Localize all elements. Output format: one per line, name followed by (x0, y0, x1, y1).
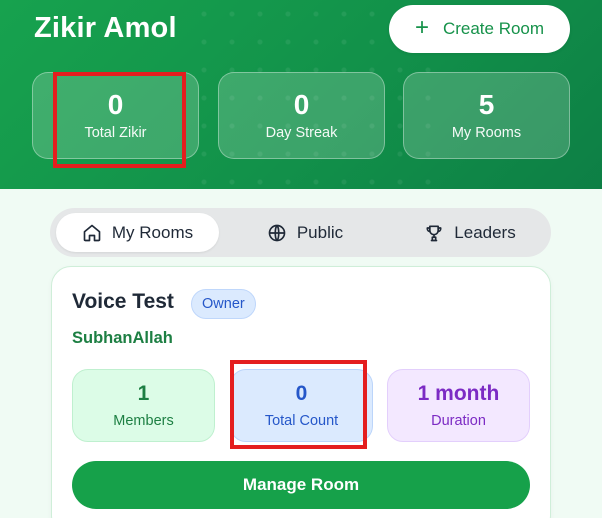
metric-total-count: 0 Total Count (230, 369, 373, 442)
metric-label: Total Count (264, 413, 339, 429)
metric-label: Members (113, 413, 174, 429)
tab-label: Leaders (454, 222, 516, 242)
stat-value: 5 (478, 89, 495, 120)
tab-my-rooms[interactable]: My Rooms (56, 213, 219, 252)
room-card: Voice Test Owner SubhanAllah 1 Members 0… (51, 266, 551, 518)
stat-my-rooms: 5 My Rooms (403, 72, 570, 159)
metric-value: 1 month (417, 382, 500, 405)
stat-value: 0 (293, 89, 310, 120)
metric-value: 1 (137, 382, 150, 405)
globe-icon (268, 224, 286, 241)
metric-label: Duration (431, 413, 486, 429)
owner-badge: Owner (191, 289, 256, 319)
manage-room-button[interactable]: Manage Room (72, 461, 530, 509)
stat-label: Total Zikir (84, 125, 147, 141)
room-tabs: My Rooms Public Leaders (50, 208, 551, 257)
tab-label: My Rooms (111, 222, 194, 242)
create-room-button[interactable]: + Create Room (389, 5, 570, 53)
metric-duration: 1 month Duration (387, 369, 530, 442)
metric-members: 1 Members (72, 369, 215, 442)
stat-value: 0 (107, 89, 124, 120)
plus-icon: + (414, 14, 429, 41)
tab-public[interactable]: Public (245, 213, 365, 252)
stat-label: My Rooms (451, 125, 522, 141)
stat-label: Day Streak (265, 125, 338, 141)
tab-leaders[interactable]: Leaders (405, 213, 535, 252)
stat-day-streak: 0 Day Streak (218, 72, 385, 159)
trophy-icon (426, 225, 442, 241)
metric-value: 0 (295, 382, 308, 405)
app-header: Zikir Amol + Create Room 0 Total Zikir 0… (0, 0, 602, 189)
create-room-label: Create Room (442, 19, 545, 38)
home-icon (83, 224, 101, 241)
stat-total-zikir: 0 Total Zikir (32, 72, 199, 159)
app-title: Zikir Amol (34, 12, 177, 44)
tab-label: Public (296, 222, 344, 242)
room-zikr: SubhanAllah (72, 329, 173, 347)
room-name: Voice Test (72, 290, 174, 313)
